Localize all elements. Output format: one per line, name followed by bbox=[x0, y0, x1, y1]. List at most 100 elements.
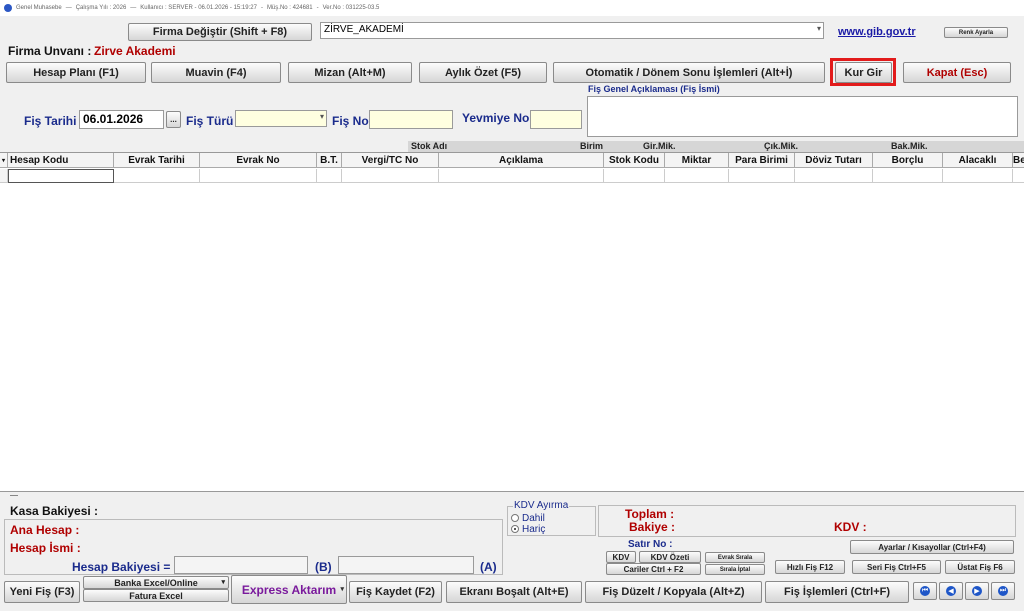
grid-cell[interactable] bbox=[342, 169, 439, 183]
col-doviz-tutari[interactable]: Döviz Tutarı bbox=[795, 153, 873, 168]
hesap-bakiyesi-a-field bbox=[338, 556, 474, 574]
user-info: Kullanıcı : SERVER - 06.01.2026 - 15:19:… bbox=[140, 5, 257, 11]
fis-no-input[interactable] bbox=[369, 110, 453, 129]
row-indicator-head: ▾ bbox=[0, 153, 8, 168]
fis-islemleri-button[interactable]: Fiş İşlemleri (Ctrl+F) bbox=[765, 581, 909, 603]
hesap-bakiyesi-b-field bbox=[174, 556, 308, 574]
col-aciklama[interactable]: Açıklama bbox=[439, 153, 604, 168]
kdv-button[interactable]: KDV bbox=[606, 551, 636, 563]
first-arrow-icon: ⏮ bbox=[920, 586, 930, 596]
hesap-plani-button[interactable]: Hesap Planı (F1) bbox=[6, 62, 146, 83]
yeni-fis-button[interactable]: Yeni Fiş (F3) bbox=[4, 581, 80, 603]
kdv-label: KDV : bbox=[834, 520, 867, 534]
grid-cell[interactable] bbox=[873, 169, 943, 183]
grid-cell[interactable] bbox=[795, 169, 873, 183]
col-borclu[interactable]: Borçlu bbox=[873, 153, 943, 168]
hesap-bakiyesi-label: Hesap Bakiyesi = bbox=[72, 560, 171, 574]
evrak-sirala-button[interactable]: Evrak Sırala bbox=[705, 552, 765, 563]
toplam-label: Toplam : bbox=[625, 507, 675, 521]
col-stok-kodu[interactable]: Stok Kodu bbox=[604, 153, 665, 168]
fis-duzelt-button[interactable]: Fiş Düzelt / Kopyala (Alt+Z) bbox=[585, 581, 762, 603]
kapat-button[interactable]: Kapat (Esc) bbox=[903, 62, 1011, 83]
date-picker-button[interactable]: ... bbox=[166, 111, 181, 128]
yevmiye-no-label: Yevmiye No bbox=[462, 111, 530, 125]
prev-record-button[interactable]: ◀ bbox=[939, 582, 963, 600]
fis-turu-select[interactable]: ▾ bbox=[235, 110, 327, 127]
express-aktarim-select[interactable]: Express Aktarım ▾ bbox=[231, 575, 347, 604]
app-icon bbox=[4, 4, 12, 12]
seri-fis-button[interactable]: Seri Fiş Ctrl+F5 bbox=[852, 560, 941, 574]
grid-cell[interactable] bbox=[439, 169, 604, 183]
next-record-button[interactable]: ▶ bbox=[965, 582, 989, 600]
aciklama-label: Fiş Genel Açıklaması (Fiş İsmi) bbox=[588, 84, 720, 94]
fis-tarihi-input[interactable]: 06.01.2026 bbox=[79, 110, 164, 129]
gib-link[interactable]: www.gib.gov.tr bbox=[838, 26, 916, 38]
grid-cell[interactable] bbox=[317, 169, 342, 183]
sub-head-cik-mik: Çık.Mik. bbox=[764, 141, 799, 151]
last-record-button[interactable]: ⏭ bbox=[991, 582, 1015, 600]
renk-ayarla-button[interactable]: Renk Ayarla bbox=[944, 27, 1008, 38]
fis-no-label: Fiş No bbox=[332, 114, 369, 128]
dahil-radio[interactable]: Dahil bbox=[511, 513, 545, 524]
grid-cell[interactable] bbox=[114, 169, 200, 183]
mizan-button[interactable]: Mizan (Alt+M) bbox=[288, 62, 412, 83]
satir-no-label: Satır No : bbox=[628, 539, 673, 550]
ekrani-bosalt-button[interactable]: Ekranı Boşalt (Alt+E) bbox=[446, 581, 582, 603]
muavin-button[interactable]: Muavin (F4) bbox=[151, 62, 281, 83]
aciklama-input[interactable] bbox=[587, 96, 1018, 137]
sirala-iptal-button[interactable]: Sırala İptal bbox=[705, 564, 765, 575]
first-record-button[interactable]: ⏮ bbox=[913, 582, 937, 600]
fis-kaydet-button[interactable]: Fiş Kaydet (F2) bbox=[349, 581, 442, 603]
period: Çalışma Yılı : 2026 bbox=[75, 5, 127, 11]
col-evrak-no[interactable]: Evrak No bbox=[200, 153, 317, 168]
row-indicator bbox=[0, 169, 8, 183]
firma-unvani-value: Zirve Akademi bbox=[94, 44, 176, 58]
ayarlar-button[interactable]: Ayarlar / Kısayollar (Ctrl+F4) bbox=[850, 540, 1014, 554]
data-grid[interactable] bbox=[0, 152, 1024, 492]
col-be[interactable]: Be bbox=[1013, 153, 1024, 168]
customer-no: Müş.No : 424681 bbox=[266, 5, 313, 11]
grid-cell[interactable] bbox=[943, 169, 1013, 183]
sub-head-birim: Birim bbox=[580, 141, 604, 151]
col-bt[interactable]: B.T. bbox=[317, 153, 342, 168]
grid-cell[interactable] bbox=[665, 169, 729, 183]
sub-head-bak-mik: Bak.Mik. bbox=[891, 141, 928, 151]
aylik-ozet-button[interactable]: Aylık Özet (F5) bbox=[419, 62, 547, 83]
b-label: (B) bbox=[315, 560, 332, 574]
grid-cell[interactable] bbox=[200, 169, 317, 183]
col-alacakli[interactable]: Alacaklı bbox=[943, 153, 1013, 168]
kur-gir-button[interactable]: Kur Gir bbox=[835, 62, 892, 83]
chevron-down-icon[interactable]: ▾ bbox=[817, 24, 821, 33]
chevron-down-icon[interactable]: ▾ bbox=[221, 578, 225, 586]
col-hesap-kodu[interactable]: Hesap Kodu bbox=[8, 153, 114, 168]
col-miktar[interactable]: Miktar bbox=[665, 153, 729, 168]
col-para-birimi[interactable]: Para Birimi bbox=[729, 153, 795, 168]
cariler-button[interactable]: Cariler Ctrl + F2 bbox=[606, 563, 701, 575]
chevron-down-icon[interactable]: ▾ bbox=[320, 112, 324, 121]
col-evrak-tarihi[interactable]: Evrak Tarihi bbox=[114, 153, 200, 168]
hesap-ismi-label: Hesap İsmi : bbox=[10, 541, 81, 555]
grid-cell[interactable] bbox=[1013, 169, 1024, 183]
version: Ver.No : 031225-03.5 bbox=[322, 5, 380, 11]
otomatik-button[interactable]: Otomatik / Dönem Sonu İşlemleri (Alt+İ) bbox=[553, 62, 825, 83]
fis-turu-label: Fiş Türü bbox=[186, 114, 234, 128]
ustat-fis-button[interactable]: Üstat Fiş F6 bbox=[945, 560, 1015, 574]
yevmiye-no-input[interactable] bbox=[530, 110, 582, 129]
fatura-excel-button[interactable]: Fatura Excel bbox=[83, 589, 229, 602]
banka-excel-select[interactable]: Banka Excel/Online ▾ bbox=[83, 576, 229, 589]
stock-subheader-band bbox=[408, 141, 1024, 152]
grid-cell[interactable] bbox=[729, 169, 795, 183]
kdv-ayirma-label: KDV Ayırma bbox=[513, 500, 570, 511]
firma-select[interactable]: ZİRVE_AKADEMİ ▾ bbox=[320, 22, 824, 39]
col-vergi-tc-no[interactable]: Vergi/TC No bbox=[342, 153, 439, 168]
firma-degistir-button[interactable]: Firma Değiştir (Shift + F8) bbox=[128, 23, 312, 41]
splitter-handle[interactable] bbox=[10, 495, 18, 496]
title-bar: Genel Muhasebe — Çalışma Yılı : 2026 — K… bbox=[0, 0, 1024, 16]
grid-cell[interactable] bbox=[604, 169, 665, 183]
grid-cell[interactable] bbox=[8, 169, 114, 183]
hizli-fis-button[interactable]: Hızlı Fiş F12 bbox=[775, 560, 845, 574]
chevron-down-icon[interactable]: ▾ bbox=[340, 585, 344, 593]
fis-tarihi-label: Fiş Tarihi bbox=[24, 114, 77, 128]
kdv-ozeti-button[interactable]: KDV Özeti bbox=[639, 551, 701, 563]
haric-radio[interactable]: Hariç bbox=[511, 524, 545, 535]
